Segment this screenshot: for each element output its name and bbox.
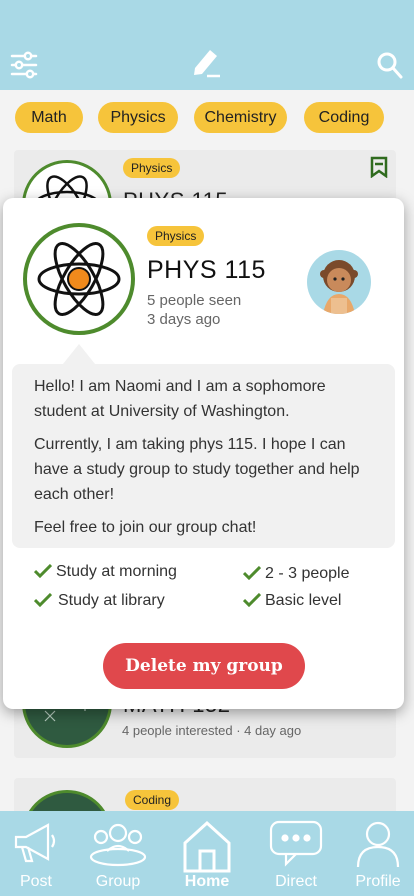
subject-tag: Coding xyxy=(125,790,180,810)
nav-label: Direct xyxy=(275,873,317,890)
requirement-label: 2 - 3 people xyxy=(265,565,350,582)
nav-home[interactable]: Home xyxy=(171,811,243,896)
check-icon xyxy=(34,593,52,607)
pencil-icon[interactable] xyxy=(190,44,222,83)
sliders-icon[interactable] xyxy=(10,50,38,85)
megaphone-icon xyxy=(14,823,56,863)
requirement-label: Basic level xyxy=(265,592,342,609)
chip-math[interactable]: Math xyxy=(15,102,83,133)
check-icon xyxy=(243,566,261,580)
subject-tag: Physics xyxy=(147,226,205,246)
check-icon xyxy=(34,564,52,578)
nav-profile[interactable]: Profile xyxy=(342,811,414,896)
chip-chemistry[interactable]: Chemistry xyxy=(194,102,287,133)
card-meta: 4 people interested · 4 day ago xyxy=(122,723,302,738)
group-icon xyxy=(89,823,147,867)
nav-label: Post xyxy=(19,873,52,890)
nav-label: Home xyxy=(184,873,230,890)
course-title: PHYS 115 xyxy=(147,256,266,284)
check-icon xyxy=(243,593,261,607)
nav-label: Profile xyxy=(355,873,401,890)
nav-direct[interactable]: Direct xyxy=(260,811,332,896)
nav-post[interactable]: Post xyxy=(0,811,72,896)
bubble-tail xyxy=(63,344,95,364)
top-bar xyxy=(0,0,414,90)
bottom-nav: Post Group Home Direct Profile xyxy=(0,811,414,896)
message-paragraph: Feel free to join our group chat! xyxy=(34,519,257,536)
person-icon xyxy=(356,821,400,868)
home-icon xyxy=(183,820,231,873)
posted-time: 3 days ago xyxy=(147,311,221,328)
user-avatar[interactable] xyxy=(307,250,371,314)
message-paragraph: Currently, I am taking phys 115. I hope … xyxy=(34,436,360,503)
chip-coding[interactable]: Coding xyxy=(304,102,384,133)
category-chips: Math Physics Chemistry Coding xyxy=(0,90,414,146)
message-paragraph: Hello! I am Naomi and I am a sophomore s… xyxy=(34,378,326,420)
group-detail-popup: Physics PHYS 115 5 people seen 3 days ag… xyxy=(3,198,404,709)
bookmark-icon[interactable] xyxy=(370,156,388,183)
atom-icon xyxy=(23,223,135,335)
seen-count: 5 people seen xyxy=(147,292,242,309)
chat-icon xyxy=(269,820,323,867)
chip-physics[interactable]: Physics xyxy=(98,102,178,133)
message-bubble: Hello! I am Naomi and I am a sophomore s… xyxy=(12,364,395,548)
subject-tag: Physics xyxy=(123,158,181,178)
requirement-label: Study at library xyxy=(58,592,165,609)
delete-group-button[interactable]: Delete my group xyxy=(103,643,305,689)
requirement-label: Study at morning xyxy=(56,563,177,580)
nav-label: Group xyxy=(95,873,141,890)
search-icon[interactable] xyxy=(376,50,404,85)
nav-group[interactable]: Group xyxy=(82,811,154,896)
